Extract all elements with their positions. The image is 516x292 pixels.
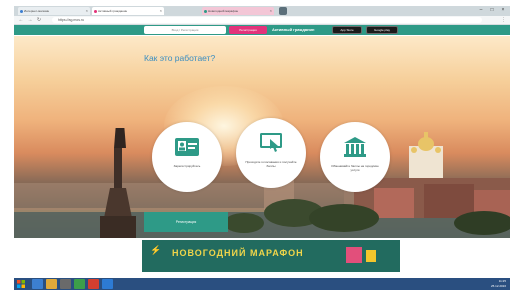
address-bar: ← → ↻ https://ag.mos.ru ⋮ [14,16,510,25]
back-arrow-icon[interactable]: ← [18,17,24,23]
register-button[interactable]: Регистрация [229,26,267,34]
reload-icon[interactable]: ↻ [36,17,42,23]
touch-screen-icon [260,133,282,152]
browser-tab-2[interactable]: Новогодний марафон × [202,7,274,15]
close-window-icon[interactable]: × [498,7,508,14]
page-title: Как это работает? [144,53,216,63]
tab-favicon-icon [20,10,23,13]
gift-box-icon [366,250,376,262]
step-caption: Обменивайте баллы на городские услуги [331,164,379,172]
tab-title: Активный гражданин [98,9,128,13]
ie-taskbar-icon[interactable] [32,279,43,289]
windows-start-icon[interactable] [17,280,25,288]
system-clock[interactable]: 11:25 25.12.2016 [491,279,506,289]
browser-tab-1[interactable]: Активный гражданин × [92,7,164,15]
google-play-button[interactable]: Google play [366,26,398,34]
url-input[interactable]: https://ag.mos.ru [52,17,482,23]
menu-icon[interactable]: ⋮ [501,17,506,23]
browser-tab-0[interactable]: Интернет-магазин × [18,7,90,15]
taskbar: 11:25 25.12.2016 [14,278,510,290]
new-tab-button[interactable] [279,7,287,15]
browser-window: Интернет-магазин × Активный гражданин × … [0,0,516,292]
museum-icon [344,137,366,157]
forward-arrow-icon[interactable]: → [27,17,33,23]
signin-button[interactable]: Вход / Регистрация [144,26,226,34]
close-icon[interactable]: × [270,7,272,15]
app-taskbar-icon[interactable] [74,279,85,289]
tab-title: Новогодний марафон [208,9,239,13]
lightning-icon: ⚡ [150,245,162,255]
gift-box-icon [346,247,362,263]
explorer-taskbar-icon[interactable] [46,279,57,289]
register-cta-button[interactable]: Регистрация [144,212,228,232]
tab-title: Интернет-магазин [24,9,50,13]
site-logo[interactable]: Активный гражданин [272,26,322,34]
minimize-icon[interactable]: – [476,7,486,14]
step-caption: Проходите голосования и получайте баллы [245,160,297,168]
step-exchange: Обменивайте баллы на городские услуги [320,122,390,192]
media-taskbar-icon[interactable] [60,279,71,289]
banner-title: НОВОГОДНИЙ МАРАФОН [172,248,304,258]
tab-favicon-icon [204,10,207,13]
id-card-icon [175,138,199,156]
tab-favicon-icon [94,10,97,13]
app-store-button[interactable]: App Store [332,26,362,34]
step-vote: Проходите голосования и получайте баллы [236,118,306,188]
word-taskbar-icon[interactable] [102,279,113,289]
marathon-banner[interactable]: ⚡ НОВОГОДНИЙ МАРАФОН [142,240,400,272]
step-register: Зарегистрируйтесь [152,122,222,192]
step-caption: Зарегистрируйтесь [173,164,201,168]
maximize-icon[interactable]: □ [487,7,497,14]
site-header: Вход / Регистрация Регистрация Активный … [14,25,510,35]
clock-date: 25.12.2016 [490,284,506,288]
tab-bar: Интернет-магазин × Активный гражданин × … [14,6,510,16]
chrome-taskbar-icon[interactable] [88,279,99,289]
close-icon[interactable]: × [86,7,88,15]
close-icon[interactable]: × [160,7,162,15]
hero-section: Как это работает? Зарегистрируйтесь Прох… [14,36,510,238]
